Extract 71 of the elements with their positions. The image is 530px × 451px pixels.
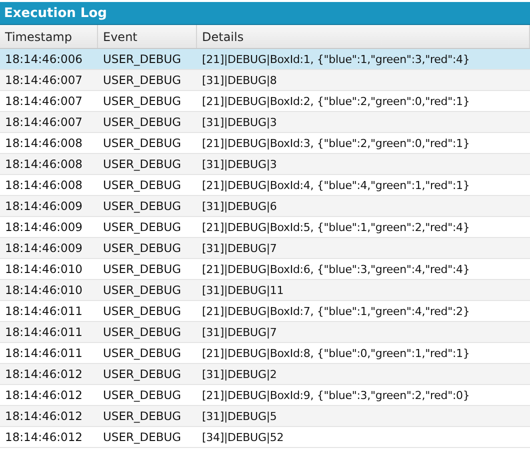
table-cell-text: 18:14:46:012 xyxy=(4,408,84,425)
table-cell-text: 18:14:46:009 xyxy=(4,240,84,257)
table-cell-text: [21]|DEBUG|BoxId:2, {"blue":2,"green":0,"red":1} xyxy=(201,94,471,110)
table-cell-text: USER_DEBUG xyxy=(102,324,182,341)
table-cell-text: 18:14:46:009 xyxy=(4,198,84,215)
table-cell-text: USER_DEBUG xyxy=(102,198,182,215)
table-cell-text: USER_DEBUG xyxy=(102,303,182,320)
table-cell-text: [21]|DEBUG|BoxId:5, {"blue":1,"green":2,"red":4} xyxy=(201,220,471,236)
log-row[interactable]: 18:14:46:012 USER_DEBUG [31]|DEBUG|5 xyxy=(0,406,530,427)
table-cell-text: [21]|DEBUG|BoxId:4, {"blue":4,"green":1,"red":1} xyxy=(201,178,471,194)
table-cell-text: 18:14:46:007 xyxy=(4,93,84,110)
table-cell-text: USER_DEBUG xyxy=(102,240,182,257)
table-cell-text: 18:14:46:010 xyxy=(4,282,84,299)
table-cell-text: 18:14:46:006 xyxy=(4,51,84,68)
log-row[interactable]: 18:14:46:006 USER_DEBUG [21]|DEBUG|BoxId:1, {"blue":1,"green":3,"red":4} xyxy=(0,49,530,70)
table-cell-text: USER_DEBUG xyxy=(102,366,182,383)
table-cell-text: [21]|DEBUG|BoxId:1, {"blue":1,"green":3,"red":4} xyxy=(201,52,471,68)
log-row[interactable]: 18:14:46:009 USER_DEBUG [31]|DEBUG|6 xyxy=(0,196,530,217)
table-cell-text: USER_DEBUG xyxy=(102,261,182,278)
table-cell-text: [31]|DEBUG|7 xyxy=(201,324,278,341)
table-cell-text: [31]|DEBUG|3 xyxy=(201,114,278,131)
log-row[interactable]: 18:14:46:010 USER_DEBUG [31]|DEBUG|11 xyxy=(0,280,530,301)
column-header[interactable]: Timestamp xyxy=(0,25,98,48)
table-cell-text: [31]|DEBUG|11 xyxy=(201,282,285,299)
table-cell-text: 18:14:46:008 xyxy=(4,177,84,194)
table-cell-text: [21]|DEBUG|BoxId:9, {"blue":3,"green":2,"red":0} xyxy=(201,388,471,404)
table-cell-text: 18:14:46:011 xyxy=(4,303,84,320)
log-row[interactable]: 18:14:46:007 USER_DEBUG [31]|DEBUG|8 xyxy=(0,70,530,91)
table-cell-text: USER_DEBUG xyxy=(102,345,182,362)
log-row[interactable]: 18:14:46:008 USER_DEBUG [31]|DEBUG|3 xyxy=(0,154,530,175)
table-cell-text: [31]|DEBUG|2 xyxy=(201,366,278,383)
table-cell-text: USER_DEBUG xyxy=(102,135,182,152)
table-cell-text: 18:14:46:012 xyxy=(4,429,84,446)
table-cell-text: [31]|DEBUG|3 xyxy=(201,156,278,173)
table-cell-text: [31]|DEBUG|5 xyxy=(201,408,278,425)
table-cell-text: USER_DEBUG xyxy=(102,72,182,89)
table-cell-text: 18:14:46:007 xyxy=(4,114,84,131)
table-cell-text: USER_DEBUG xyxy=(102,93,182,110)
table-cell-text: [21]|DEBUG|BoxId:8, {"blue":0,"green":1,"red":1} xyxy=(201,346,471,362)
table-cell-text: 18:14:46:011 xyxy=(4,345,84,362)
panel-title: Execution Log xyxy=(4,6,107,20)
column-header[interactable]: Event xyxy=(98,25,197,48)
table-cell-text: 18:14:46:009 xyxy=(4,219,84,236)
table-cell-text: USER_DEBUG xyxy=(102,429,182,446)
table-cell-text: [21]|DEBUG|BoxId:6, {"blue":3,"green":4,"red":4} xyxy=(201,262,471,278)
table-cell-text: USER_DEBUG xyxy=(102,408,182,425)
table-cell-text: [21]|DEBUG|BoxId:7, {"blue":1,"green":4,"red":2} xyxy=(201,304,471,320)
table-cell-text: [21]|DEBUG|BoxId:3, {"blue":2,"green":0,"red":1} xyxy=(201,136,471,152)
table-cell-text: USER_DEBUG xyxy=(102,219,182,236)
table-cell-text: USER_DEBUG xyxy=(102,51,182,68)
log-row[interactable]: 18:14:46:007 USER_DEBUG [31]|DEBUG|3 xyxy=(0,112,530,133)
table-cell-text: 18:14:46:010 xyxy=(4,261,84,278)
table-cell-text: 18:14:46:011 xyxy=(4,324,84,341)
table-cell-text: USER_DEBUG xyxy=(102,387,182,404)
table-cell-text: [31]|DEBUG|8 xyxy=(201,72,278,89)
table-cell-text: [34]|DEBUG|52 xyxy=(201,430,285,446)
log-row[interactable]: 18:14:46:012 USER_DEBUG [31]|DEBUG|2 xyxy=(0,364,530,385)
table-cell-text: USER_DEBUG xyxy=(102,114,182,131)
table-cell-text: 18:14:46:008 xyxy=(4,156,84,173)
column-header[interactable]: Details xyxy=(197,25,530,48)
log-row[interactable]: 18:14:46:011 USER_DEBUG [31]|DEBUG|7 xyxy=(0,322,530,343)
table-cell-text: 18:14:46:007 xyxy=(4,72,84,89)
table-cell-text: USER_DEBUG xyxy=(102,156,182,173)
table-cell-text: 18:14:46:012 xyxy=(4,366,84,383)
table-cell-text: 18:14:46:012 xyxy=(4,387,84,404)
table-cell-text: 18:14:46:008 xyxy=(4,135,84,152)
table-cell-text: USER_DEBUG xyxy=(102,282,182,299)
table-cell-text: [31]|DEBUG|6 xyxy=(201,198,278,215)
table-cell-text: [31]|DEBUG|7 xyxy=(201,240,278,257)
table-cell-text: USER_DEBUG xyxy=(102,177,182,194)
log-row[interactable]: 18:14:46:009 USER_DEBUG [31]|DEBUG|7 xyxy=(0,238,530,259)
